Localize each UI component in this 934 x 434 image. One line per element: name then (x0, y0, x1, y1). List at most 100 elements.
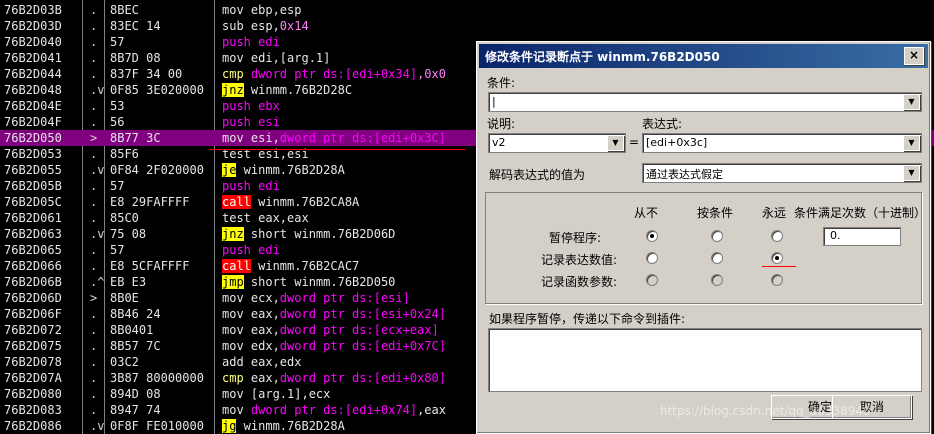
instruction: push esi (222, 114, 472, 130)
instruction-token: ,0x0 (417, 67, 446, 81)
address: 76B2D041 (4, 51, 62, 65)
opcode-bytes: 03C2 (110, 355, 139, 369)
instruction-token: winmm.76B2D28A (236, 163, 345, 177)
log-expression-never-radio[interactable] (646, 252, 658, 264)
instruction: mov edx,dword ptr ds:[edi+0x7C] (222, 338, 472, 354)
chevron-down-icon[interactable]: ▼ (903, 94, 920, 110)
jump-marker: . (90, 35, 98, 49)
opcode-bytes: 8B46 24 (110, 307, 161, 321)
address: 76B2D055 (4, 163, 62, 177)
opcode-bytes: 8BEC (110, 3, 139, 17)
instruction-token: dword ptr ds:[edi+0x34] (250, 67, 418, 81)
description-value: v2 (492, 136, 506, 149)
instruction: jg winmm.76B2D28A (222, 418, 472, 434)
jump-marker: > (90, 291, 98, 305)
instruction-token: dword ptr ds:[esi] (279, 291, 410, 305)
address: 76B2D050 (4, 131, 62, 145)
pause-never-radio[interactable] (646, 230, 658, 242)
opcode-bytes: 837F 34 00 (110, 67, 183, 81)
row-pause-label: 暂停程序: (549, 231, 602, 245)
opcode-bytes: 8B57 7C (110, 339, 161, 353)
decode-value: 通过表达式假定 (646, 168, 723, 181)
col-count: 条件满足次数（十进制） (794, 206, 927, 220)
jump-marker: .^ (90, 275, 105, 289)
conditional-log-breakpoint-dialog: 修改条件记录断点于 winmm.76B2D050 × 条件: | ▼ 说明: 表… (476, 41, 931, 434)
log-args-on-condition-radio[interactable] (711, 274, 723, 286)
jump-marker: . (90, 3, 98, 17)
instruction-token: je (222, 163, 237, 177)
instruction-token: short winmm.76B2D06D (243, 227, 396, 241)
address: 76B2D06D (4, 291, 62, 305)
jump-marker: . (90, 387, 98, 401)
instruction: mov dword ptr ds:[edi+0x74],eax (222, 402, 472, 418)
opcode-bytes: 85C0 (110, 211, 139, 225)
row-log-expression-label: 记录表达数值: (541, 253, 618, 267)
log-args-never-radio[interactable] (646, 274, 658, 286)
opcode-bytes: 0F8F FE010000 (110, 419, 204, 433)
address: 76B2D07A (4, 371, 62, 385)
jump-marker: . (90, 147, 98, 161)
count-value: 0. (830, 229, 841, 242)
instruction: mov esi,dword ptr ds:[edi+0x3C] (222, 130, 472, 146)
col-always: 永远 (762, 206, 787, 220)
opcode-bytes: 8B77 3C (110, 131, 161, 145)
expression-label: 表达式: (642, 117, 683, 131)
address: 76B2D053 (4, 147, 62, 161)
instruction: mov eax,dword ptr ds:[esi+0x24] (222, 306, 472, 322)
instruction: mov [arg.1],ecx (222, 386, 472, 402)
close-button[interactable]: × (904, 47, 924, 65)
address: 76B2D04E (4, 99, 62, 113)
decode-combo[interactable]: 通过表达式假定 ▼ (642, 163, 922, 183)
opcode-bytes: 85F6 (110, 147, 139, 161)
jump-marker: . (90, 339, 98, 353)
opcode-bytes: 83EC 14 (110, 19, 161, 33)
jump-marker: . (90, 115, 98, 129)
instruction: push ebx (222, 98, 472, 114)
plugin-commands-textarea[interactable] (488, 328, 922, 392)
jump-marker: . (90, 355, 98, 369)
chevron-down-icon[interactable]: ▼ (903, 165, 920, 181)
jump-marker: . (90, 323, 98, 337)
chevron-down-icon[interactable]: ▼ (903, 135, 920, 151)
pause-always-radio[interactable] (771, 230, 783, 242)
disasm-row[interactable]: 76B2D03B. 8BEC mov ebp,esp (0, 2, 934, 18)
instruction-token: jnz (222, 83, 244, 97)
log-expression-always-radio[interactable] (771, 252, 783, 264)
instruction-token: winmm.76B2CA8A (250, 195, 360, 209)
address: 76B2D083 (4, 403, 62, 417)
dialog-title: 修改条件记录断点于 winmm.76B2D050 (485, 50, 720, 64)
opcode-bytes: 8B0E (110, 291, 139, 305)
condition-combo[interactable]: | ▼ (488, 92, 922, 112)
instruction: jnz short winmm.76B2D06D (222, 226, 472, 242)
disasm-row[interactable]: 76B2D03D. 83EC 14 sub esp,0x14 (0, 18, 934, 34)
instruction-token: jmp (222, 275, 244, 289)
jump-marker: .v (90, 163, 105, 177)
expression-combo[interactable]: [edi+0x3c] ▼ (642, 133, 922, 153)
jump-marker: . (90, 307, 98, 321)
pause-on-condition-radio[interactable] (711, 230, 723, 242)
instruction: push edi (222, 178, 472, 194)
plugin-commands-label: 如果程序暂停，传递以下命令到插件: (489, 312, 686, 326)
address: 76B2D05B (4, 179, 62, 193)
instruction: call winmm.76B2CA8A (222, 194, 472, 210)
dialog-titlebar[interactable]: 修改条件记录断点于 winmm.76B2D050 × (479, 44, 928, 68)
condition-label: 条件: (487, 76, 516, 90)
opcode-bytes: 8947 74 (110, 403, 161, 417)
instruction: jnz winmm.76B2D28C (222, 82, 472, 98)
instruction-token: push edi (222, 243, 280, 257)
red-underline-annotation (762, 266, 796, 267)
log-args-always-radio[interactable] (771, 274, 783, 286)
address: 76B2D03B (4, 3, 62, 17)
instruction-token: sub esp, (222, 19, 280, 33)
row-log-args-label: 记录函数参数: (541, 275, 618, 289)
chevron-down-icon[interactable]: ▼ (607, 135, 624, 151)
equals-sign: = (629, 135, 640, 149)
opcode-bytes: 8B0401 (110, 323, 154, 337)
log-expression-on-condition-radio[interactable] (711, 252, 723, 264)
jump-marker: .v (90, 83, 105, 97)
instruction-token: push edi (222, 179, 280, 193)
count-input[interactable]: 0. (823, 227, 901, 246)
instruction-token: mov eax, (222, 307, 280, 321)
decode-label: 解码表达式的值为 (489, 168, 586, 182)
description-combo[interactable]: v2 ▼ (488, 133, 626, 153)
